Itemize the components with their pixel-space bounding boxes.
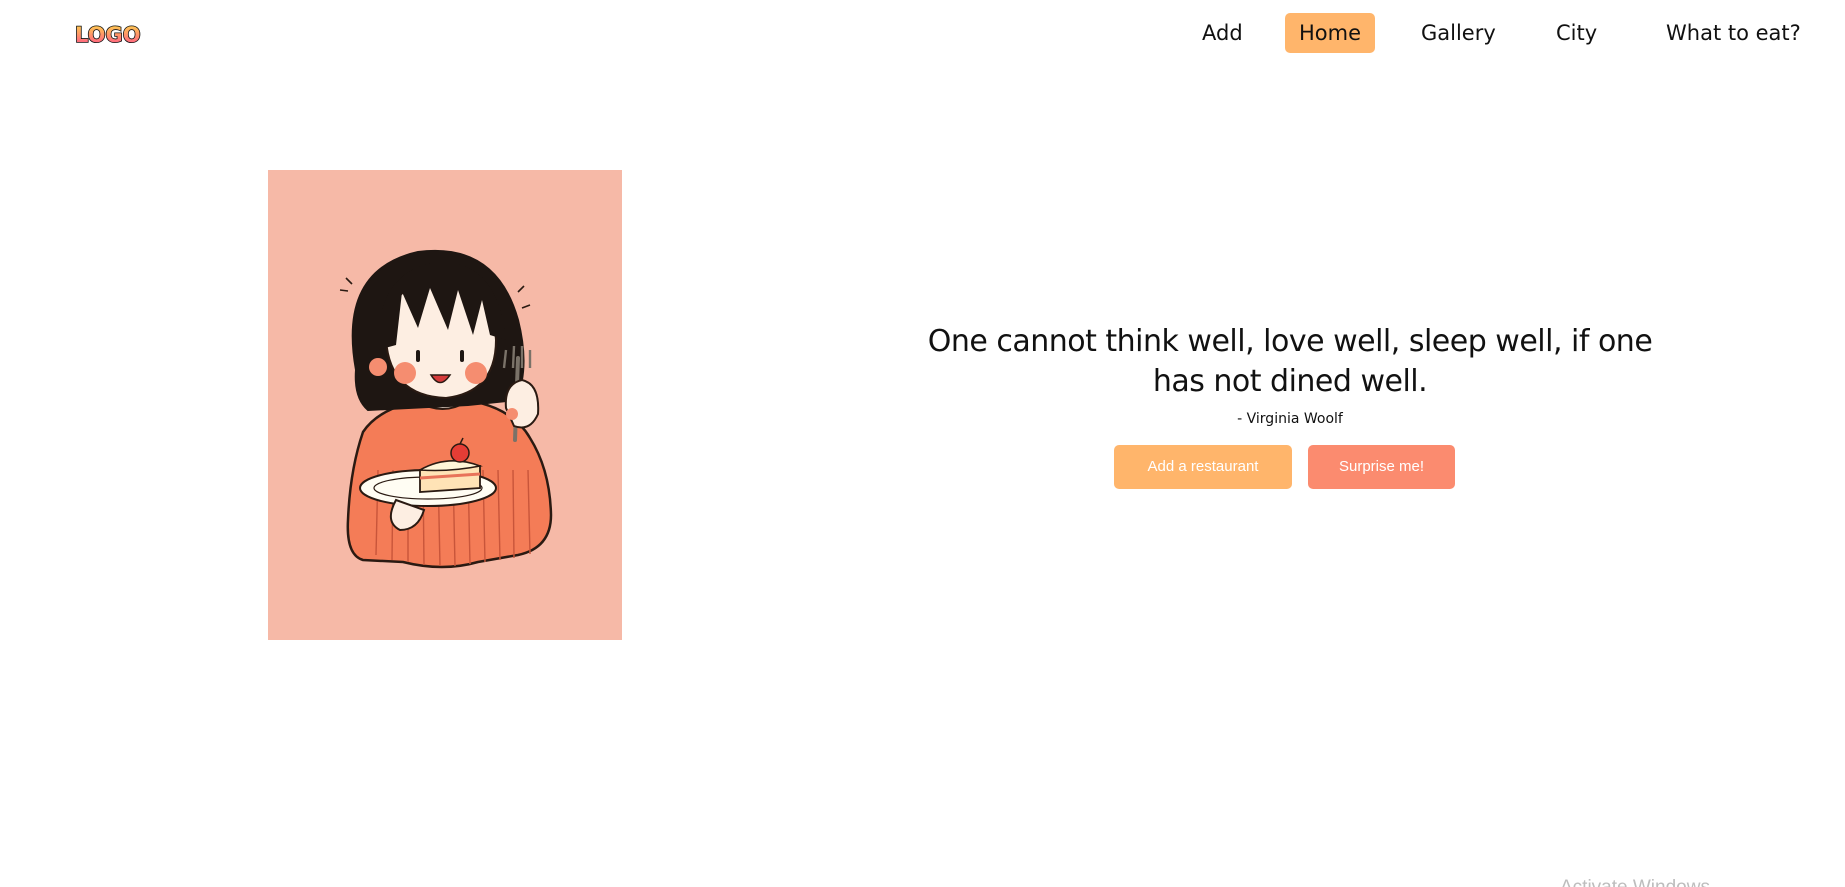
- girl-eating-cake-image: [339, 249, 553, 569]
- hero-illustration: [268, 170, 622, 640]
- nav-home[interactable]: Home: [1285, 13, 1376, 53]
- nav-city[interactable]: City: [1542, 13, 1611, 53]
- add-restaurant-button[interactable]: Add a restaurant: [1114, 445, 1292, 489]
- nav-gallery[interactable]: Gallery: [1407, 13, 1510, 53]
- page: LOGO Add Home Gallery City What to eat?: [0, 0, 1845, 887]
- quote-text: One cannot think well, love well, sleep …: [927, 324, 1653, 399]
- main-nav: Add Home Gallery City What to eat?: [0, 13, 1845, 53]
- quote-section: One cannot think well, love well, sleep …: [900, 322, 1680, 428]
- site-header: LOGO Add Home Gallery City What to eat?: [0, 0, 1845, 70]
- quote-author: - Virginia Woolf: [1237, 411, 1343, 427]
- nav-add[interactable]: Add: [1188, 13, 1257, 53]
- hero-actions: Add a restaurant Surprise me!: [0, 445, 1845, 489]
- surprise-me-button[interactable]: Surprise me!: [1308, 445, 1455, 489]
- nav-what-to-eat[interactable]: What to eat?: [1652, 13, 1815, 53]
- os-activation-watermark: Activate Windows: [1560, 877, 1710, 887]
